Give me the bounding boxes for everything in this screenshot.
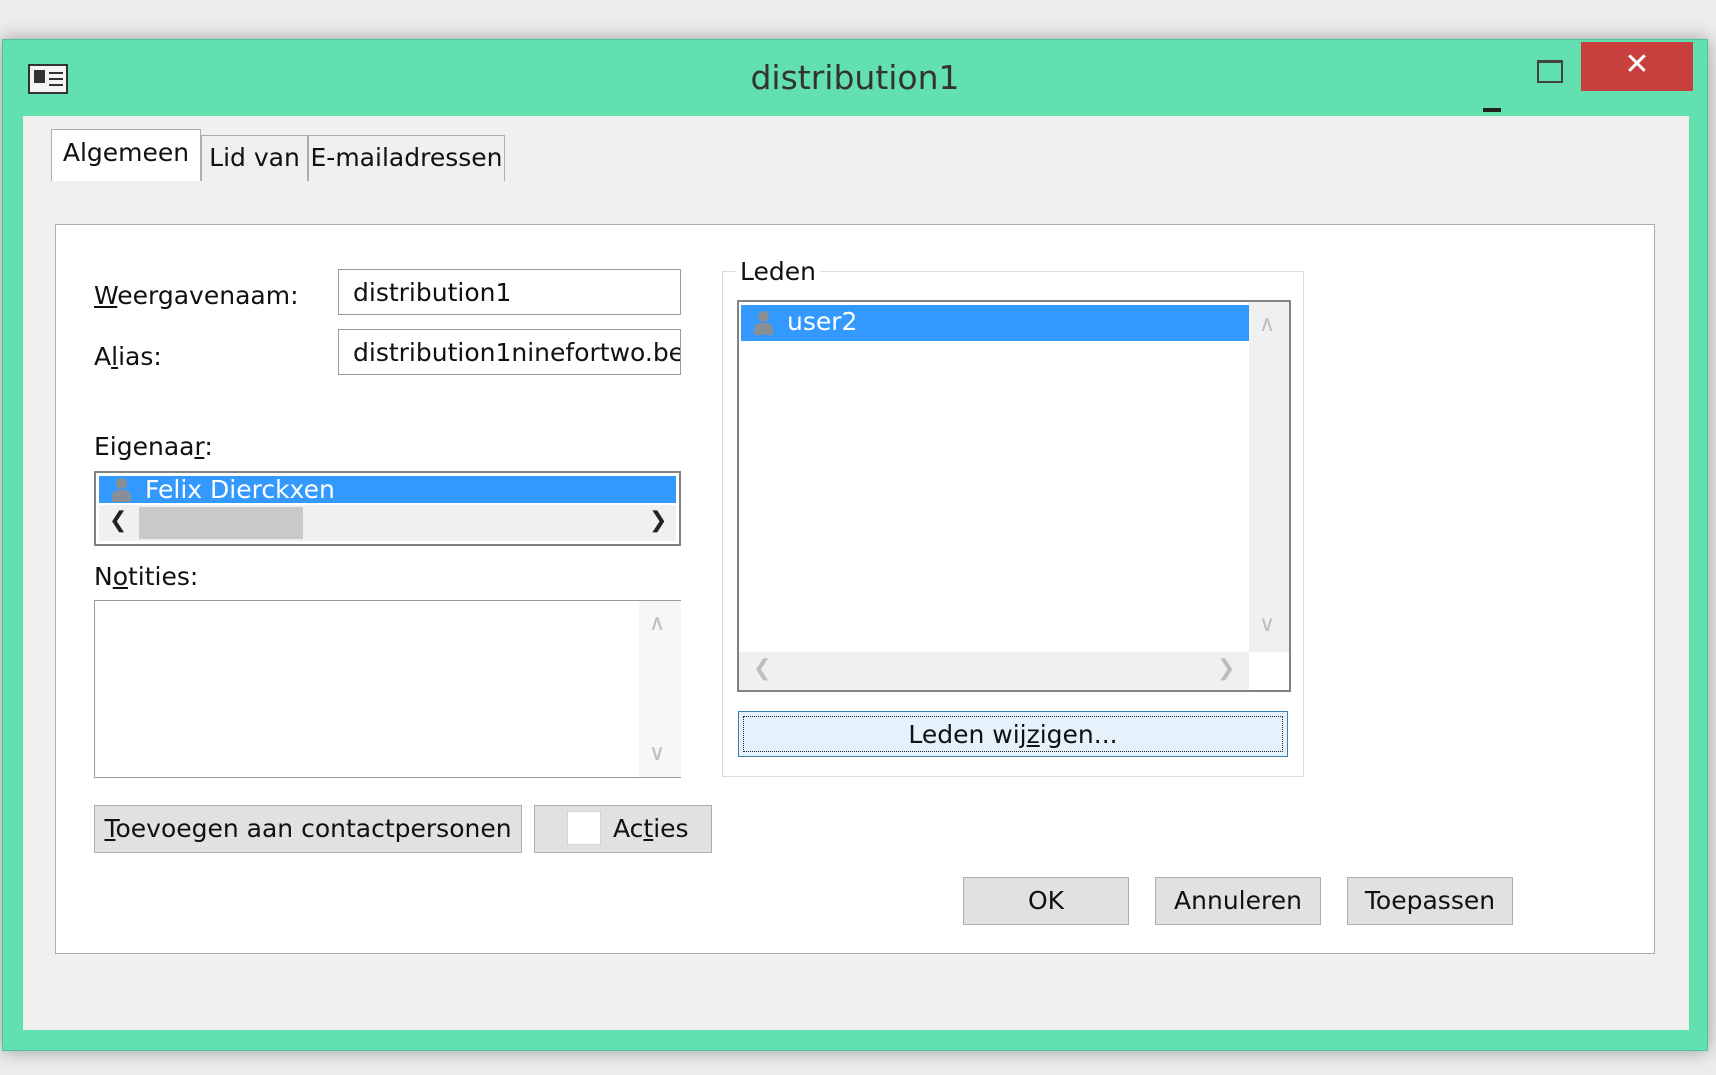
dialog-window: distribution1 ✕ Algemeen Lid van E-maila… bbox=[2, 39, 1708, 1051]
notes-label: Notities: bbox=[94, 562, 199, 591]
owner-label: Eigenaar: bbox=[94, 432, 213, 461]
minimize-button[interactable] bbox=[1469, 74, 1523, 112]
add-to-contacts-button[interactable]: Toevoegen aan contactpersonen bbox=[94, 805, 522, 853]
tab-lid-van-label: Lid van bbox=[209, 143, 300, 172]
notes-vertical-scrollbar[interactable]: ∧ ∨ bbox=[639, 601, 681, 777]
actions-button[interactable]: Acties bbox=[534, 805, 712, 853]
alias-label: Alias: bbox=[94, 342, 162, 371]
apply-button[interactable]: Toepassen bbox=[1347, 877, 1513, 925]
members-list[interactable]: user2 ∧ ∨ ❮ ❯ bbox=[737, 300, 1291, 692]
tab-e-mailadressen[interactable]: E-mailadressen bbox=[308, 135, 505, 181]
tab-algemeen[interactable]: Algemeen bbox=[51, 129, 201, 181]
display-name-field[interactable]: distribution1 bbox=[338, 269, 681, 315]
member-name: user2 bbox=[787, 307, 858, 336]
tab-algemeen-label: Algemeen bbox=[62, 138, 190, 167]
scroll-down-icon[interactable]: ∨ bbox=[1259, 612, 1275, 637]
notes-textarea[interactable]: ∧ ∨ bbox=[94, 600, 681, 778]
scroll-down-icon[interactable]: ∨ bbox=[649, 741, 665, 766]
actions-icon bbox=[567, 811, 601, 845]
modify-members-button[interactable]: Leden wijzigen... bbox=[738, 711, 1288, 757]
members-vertical-scrollbar[interactable]: ∧ ∨ bbox=[1249, 302, 1289, 652]
owner-list[interactable]: Felix Dierckxen ❮ ❯ bbox=[94, 471, 681, 546]
display-name-label: Weergavenaam: bbox=[94, 281, 299, 310]
scroll-right-icon[interactable]: ❯ bbox=[649, 508, 667, 533]
alias-field[interactable]: distribution1ninefortwo.be bbox=[338, 329, 681, 375]
tab-e-mailadressen-label: E-mailadressen bbox=[310, 143, 503, 172]
scroll-up-icon[interactable]: ∧ bbox=[649, 611, 665, 636]
member-item-user2[interactable]: user2 bbox=[741, 305, 1249, 341]
owner-item[interactable]: Felix Dierckxen bbox=[99, 476, 676, 503]
tab-lid-van[interactable]: Lid van bbox=[201, 135, 308, 181]
window-title: distribution1 bbox=[750, 58, 960, 97]
cancel-button[interactable]: Annuleren bbox=[1155, 877, 1321, 925]
person-icon bbox=[111, 477, 131, 503]
scroll-right-icon[interactable]: ❯ bbox=[1217, 656, 1235, 681]
person-icon bbox=[753, 310, 773, 336]
close-button[interactable]: ✕ bbox=[1581, 42, 1693, 91]
members-horizontal-scrollbar[interactable]: ❮ ❯ bbox=[739, 652, 1249, 690]
ok-button[interactable]: OK bbox=[963, 877, 1129, 925]
owner-horizontal-scrollbar[interactable]: ❮ ❯ bbox=[99, 505, 676, 541]
members-group-label: Leden bbox=[736, 257, 820, 286]
close-icon: ✕ bbox=[1624, 47, 1650, 82]
owner-name: Felix Dierckxen bbox=[145, 475, 335, 504]
scroll-thumb[interactable] bbox=[139, 507, 303, 539]
tab-panel-algemeen: Weergavenaam: distribution1 Alias: distr… bbox=[55, 224, 1655, 954]
title-bar[interactable]: distribution1 ✕ bbox=[3, 40, 1707, 116]
maximize-button[interactable] bbox=[1523, 54, 1577, 94]
scroll-up-icon[interactable]: ∧ bbox=[1259, 312, 1275, 337]
scroll-left-icon[interactable]: ❮ bbox=[109, 508, 127, 533]
scroll-left-icon[interactable]: ❮ bbox=[753, 656, 771, 681]
